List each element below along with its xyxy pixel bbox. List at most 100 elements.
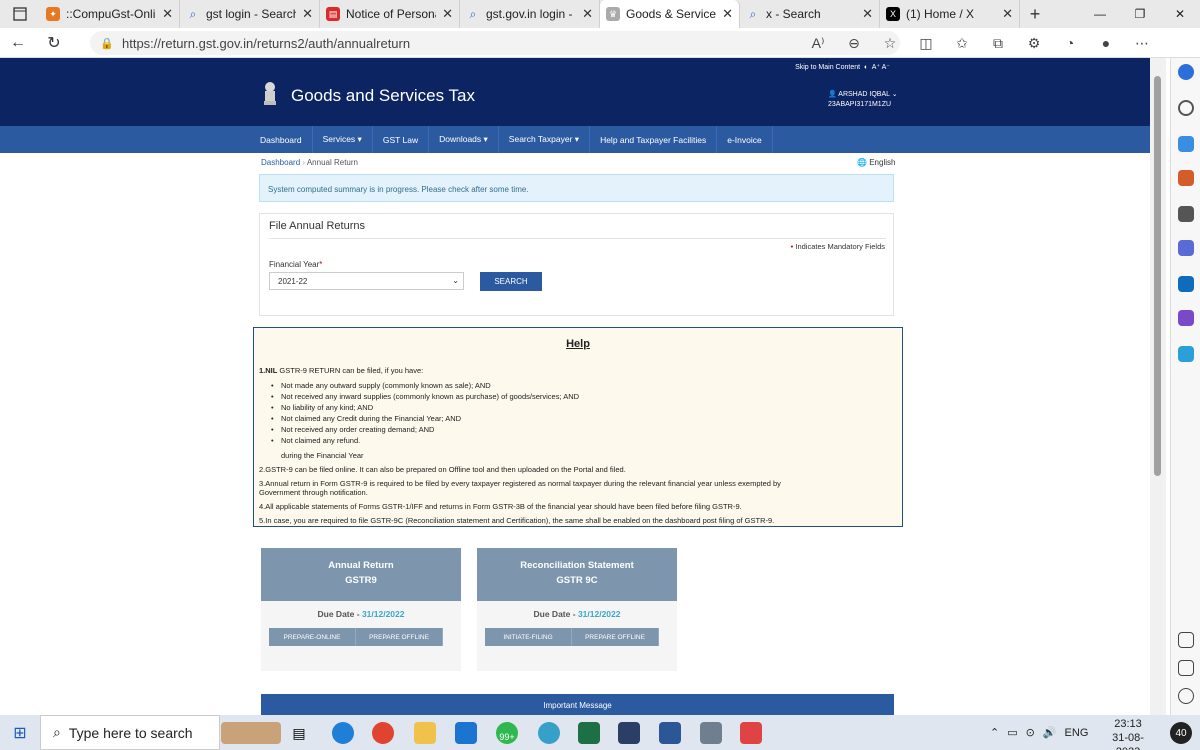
shopping-icon[interactable] (1178, 136, 1194, 152)
x-logo-icon: X (886, 7, 900, 21)
browser-tab[interactable]: ⌕gst.gov.in login - Se✕ (460, 0, 600, 28)
battery-icon[interactable]: ▭ (1007, 726, 1017, 739)
scroll-thumb[interactable] (1154, 76, 1161, 476)
drop-icon[interactable] (1178, 346, 1194, 362)
close-tab-icon[interactable]: ✕ (722, 6, 733, 22)
app-icon[interactable] (618, 722, 640, 744)
windows-start-icon[interactable]: ⊞ (0, 723, 40, 743)
restore-icon[interactable]: ❐ (1120, 0, 1160, 28)
site-header: Skip to Main Content ◐ A⁺ A⁻ Goods and S… (0, 58, 1150, 126)
lock-icon[interactable]: 🔒 (100, 37, 114, 50)
initiate-filing-button[interactable]: INITIATE-FILING (485, 628, 572, 646)
edge-app-icon[interactable] (332, 722, 354, 744)
close-tab-icon[interactable]: ✕ (1002, 6, 1013, 22)
browser-tab[interactable]: ⌕ gst login - Search ✕ (180, 0, 320, 28)
emblem-icon: ♛ (606, 7, 620, 21)
language-selector[interactable]: 🌐 English (857, 158, 895, 167)
prepare-online-button[interactable]: PREPARE-ONLINE (269, 628, 356, 646)
breadcrumb: Dashboard › Annual Return (261, 158, 358, 167)
settings-icon[interactable] (1178, 688, 1194, 704)
task-view-icon[interactable]: ▤ (288, 722, 310, 744)
clock[interactable]: 23:1331-08-2023 (1100, 717, 1156, 750)
microsoft365-icon[interactable] (1178, 240, 1194, 256)
financial-year-select[interactable]: 2021-22 ⌄ (269, 272, 464, 290)
split-screen-icon[interactable]: ◫ (908, 35, 944, 52)
minimize-icon[interactable]: — (1080, 0, 1120, 28)
excel-icon[interactable] (578, 722, 600, 744)
file-explorer-icon[interactable] (414, 722, 436, 744)
favorite-star-icon[interactable]: ☆ (872, 35, 908, 52)
help-item-3: 3.Annual return in Form GSTR-9 is requir… (259, 479, 781, 488)
search-icon[interactable] (1178, 100, 1194, 116)
whatsapp-icon[interactable]: 99+ (496, 722, 518, 744)
search-button[interactable]: SEARCH (480, 272, 542, 291)
site-title[interactable]: Goods and Services Tax (291, 86, 475, 106)
globe-icon: 🌐 (857, 158, 867, 167)
calculator-icon[interactable] (700, 722, 722, 744)
prepare-offline-button[interactable]: PREPARE OFFLINE (356, 628, 443, 646)
chrome-app-icon[interactable] (372, 722, 394, 744)
help-item-2: 2.GSTR-9 can be filed online. It can als… (259, 465, 626, 474)
word-icon[interactable] (659, 722, 681, 744)
user-gstin: 23ABAPI3171M1ZU (828, 101, 892, 108)
tab-actions-icon[interactable] (0, 0, 40, 28)
bing-chat-icon[interactable] (1178, 64, 1194, 80)
page-scrollbar[interactable] (1150, 58, 1166, 715)
user-icon: 👤 (828, 91, 837, 98)
language-indicator[interactable]: ENG (1065, 727, 1089, 739)
user-menu[interactable]: 👤 ARSHAD IQBAL ⌄ 23ABAPI3171M1ZU (828, 90, 898, 110)
close-tab-icon[interactable]: ✕ (862, 6, 873, 22)
nav-help[interactable]: Help and Taxpayer Facilities (590, 126, 718, 153)
browser-tab[interactable]: X (1) Home / X ✕ (880, 0, 1020, 28)
browser-tab-active[interactable]: ♛Goods & Service Ta✕ (600, 0, 740, 28)
close-window-icon[interactable]: ✕ (1160, 0, 1200, 28)
skip-link[interactable]: Skip to Main Content (795, 64, 860, 71)
collections-icon[interactable]: ⧉ (980, 35, 1016, 52)
designer-icon[interactable] (1178, 310, 1194, 326)
close-tab-icon[interactable]: ✕ (302, 6, 313, 22)
zoom-icon[interactable]: ⊖ (836, 35, 872, 52)
notification-badge[interactable]: 40 (1170, 722, 1192, 744)
nav-downloads[interactable]: Downloads ▾ (429, 126, 499, 153)
tools-icon[interactable] (1178, 170, 1194, 186)
sidebar-toggle-icon[interactable] (1178, 632, 1194, 648)
close-tab-icon[interactable]: ✕ (442, 6, 453, 22)
outlook-icon[interactable] (1178, 276, 1194, 292)
profile-avatar-icon[interactable]: ● (1088, 35, 1124, 51)
contrast-icon[interactable]: ◐ (864, 64, 868, 71)
close-tab-icon[interactable]: ✕ (162, 6, 173, 22)
browser-tab[interactable]: ⌕ x - Search ✕ (740, 0, 880, 28)
volume-icon[interactable]: 🔊 (1043, 726, 1057, 739)
nav-gst-law[interactable]: GST Law (373, 126, 430, 153)
prepare-offline-button[interactable]: PREPARE OFFLINE (572, 628, 659, 646)
nav-services[interactable]: Services ▾ (313, 126, 373, 153)
favorites-icon[interactable]: ✩ (944, 35, 980, 52)
teams-chat-icon[interactable] (538, 722, 560, 744)
close-tab-icon[interactable]: ✕ (582, 6, 593, 22)
important-message-bar[interactable]: Important Message (261, 694, 894, 715)
search-highlight-image[interactable] (221, 722, 281, 744)
taskbar-search[interactable]: ⌕ Type here to search (40, 715, 220, 750)
open-external-icon[interactable] (1178, 660, 1194, 676)
chevron-up-icon[interactable]: ⌃ (990, 726, 999, 739)
bing-search-icon: ⌕ (189, 6, 197, 21)
more-menu-icon[interactable]: ⋯ (1124, 35, 1160, 52)
mail-app-icon[interactable] (455, 722, 477, 744)
nav-search-taxpayer[interactable]: Search Taxpayer ▾ (499, 126, 591, 153)
new-tab-icon[interactable]: + (1020, 0, 1050, 28)
breadcrumb-dashboard[interactable]: Dashboard (261, 158, 300, 167)
read-aloud-icon[interactable]: A⁾ (800, 35, 836, 52)
nav-einvoice[interactable]: e-Invoice (717, 126, 773, 153)
extensions-icon[interactable]: ⚙ (1016, 35, 1052, 52)
anydesk-icon[interactable] (740, 722, 762, 744)
games-icon[interactable] (1178, 206, 1194, 222)
browser-tab[interactable]: ✦::CompuGst-Online✕ (40, 0, 180, 28)
url-field[interactable]: 🔒 https://return.gst.gov.in/returns2/aut… (90, 31, 900, 55)
browser-tab[interactable]: ▤Notice of Personal H✕ (320, 0, 460, 28)
nav-dashboard[interactable]: Dashboard (250, 126, 313, 153)
back-icon[interactable]: ← (0, 34, 36, 52)
refresh-icon[interactable]: ↻ (36, 33, 72, 53)
font-size-controls[interactable]: A⁺ A⁻ (872, 64, 890, 71)
performance-icon[interactable]: ◔ (1052, 35, 1088, 51)
network-icon[interactable]: ⊙ (1026, 726, 1035, 739)
